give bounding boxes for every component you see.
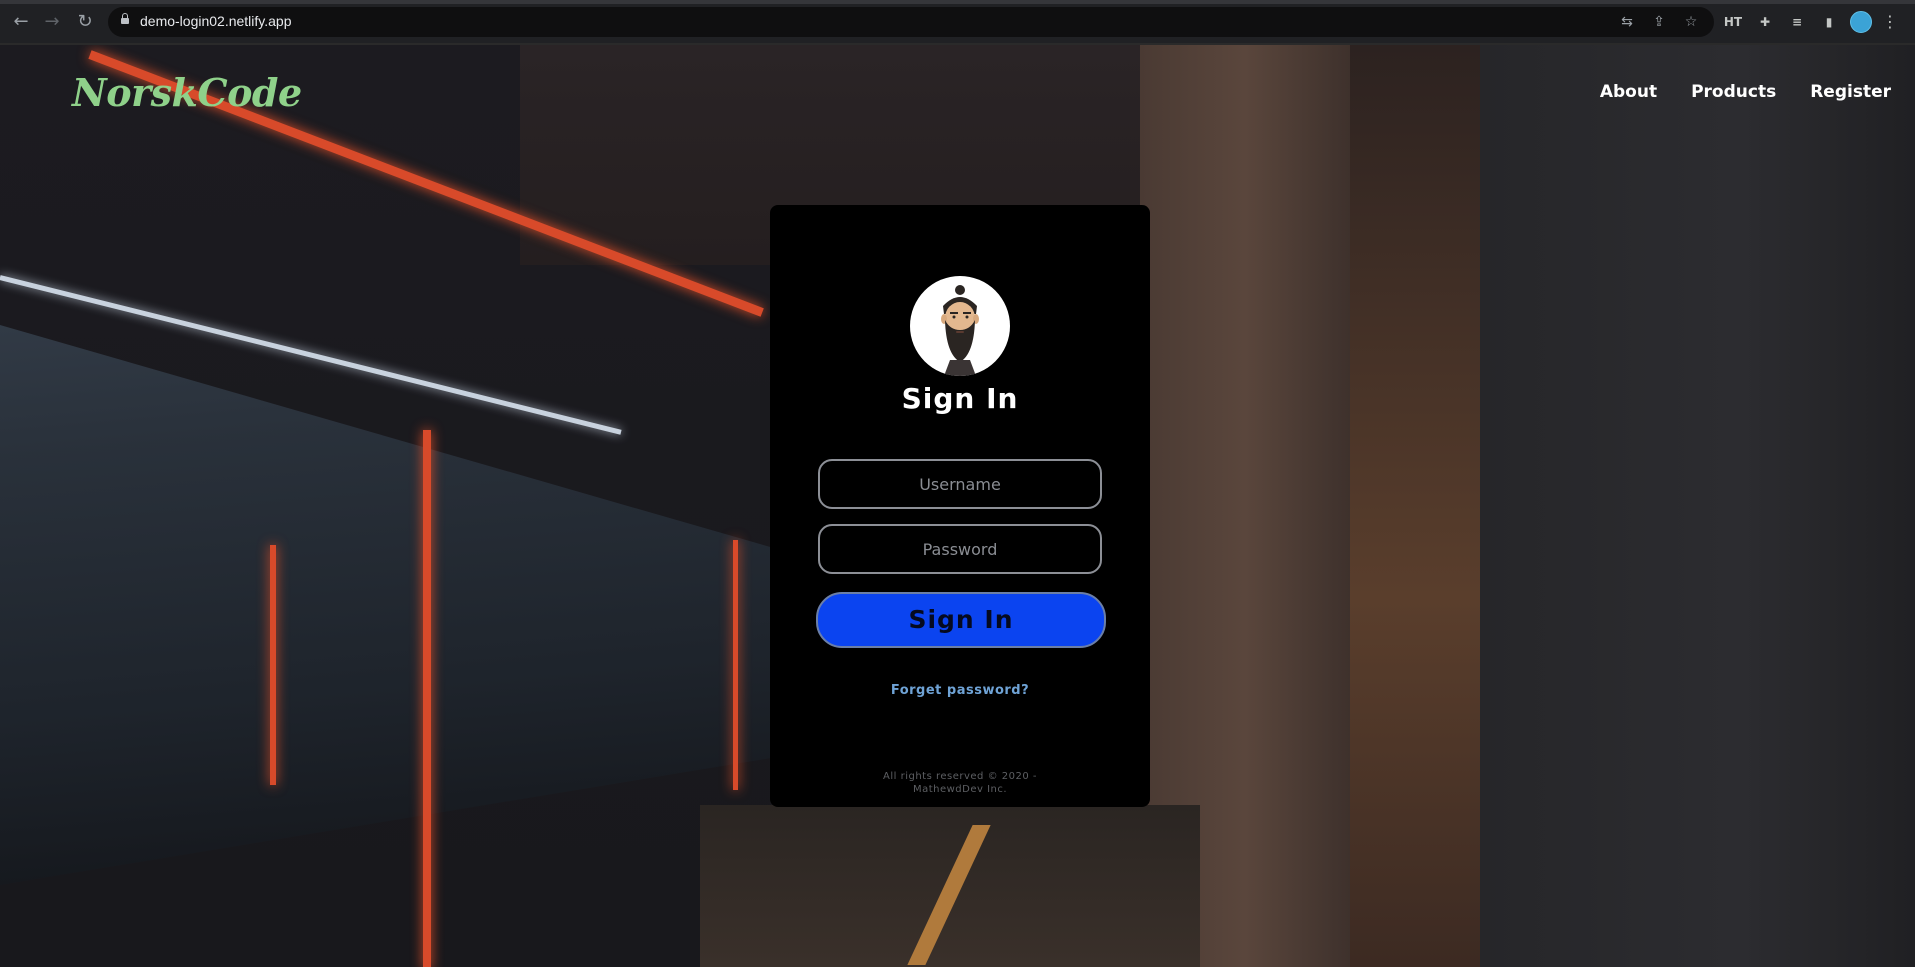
browser-menu-icon[interactable]: ⋮ [1882, 11, 1898, 33]
profile-avatar[interactable] [1850, 11, 1872, 33]
extensions-puzzle-icon[interactable]: ✚ [1754, 11, 1776, 33]
footer-line: All rights reserved © 2020 - [883, 771, 1037, 782]
sign-in-button[interactable]: Sign In [816, 592, 1106, 648]
username-input[interactable] [818, 459, 1102, 509]
back-icon[interactable]: ← [10, 11, 32, 33]
page-title: Sign In [901, 382, 1019, 415]
forgot-password-link[interactable]: Forget password? [770, 683, 1150, 698]
light-streak [423, 430, 431, 967]
copyright-footer: All rights reserved © 2020 - MathewdDev … [770, 770, 1150, 796]
reload-icon[interactable]: ↻ [74, 11, 96, 33]
nav-register[interactable]: Register [1810, 82, 1891, 102]
translate-icon[interactable]: ⇆ [1618, 13, 1636, 31]
address-bar[interactable]: demo-login02.netlify.app ⇆ ⇪ ☆ [108, 7, 1714, 37]
tab-strip-edge [0, 0, 1915, 4]
extension-ht-icon[interactable]: HT [1722, 11, 1744, 33]
site-logo[interactable]: NorskCode [72, 70, 302, 115]
reading-list-icon[interactable]: ≡ [1786, 11, 1808, 33]
corridor [1350, 45, 1480, 967]
lock-icon[interactable] [121, 13, 129, 24]
forward-icon[interactable]: → [41, 11, 63, 33]
site-nav: About Products Register [1600, 82, 1891, 102]
password-input[interactable] [818, 524, 1102, 574]
footer-line: MathewdDev Inc. [912, 784, 1008, 795]
nav-about[interactable]: About [1600, 82, 1657, 102]
browser-toolbar: ← → ↻ demo-login02.netlify.app ⇆ ⇪ ☆ HT … [0, 0, 1915, 45]
right-wall [1480, 45, 1915, 967]
side-panel-icon[interactable]: ▮ [1818, 11, 1840, 33]
light-streak [270, 545, 276, 785]
address-url[interactable]: demo-login02.netlify.app [140, 13, 292, 29]
nav-products[interactable]: Products [1691, 82, 1776, 102]
bearded-man-icon [941, 285, 979, 376]
light-streak [733, 540, 738, 790]
login-card: Sign In Sign In Forget password? All rig… [770, 205, 1150, 807]
share-icon[interactable]: ⇪ [1650, 13, 1668, 31]
avatar [910, 276, 1010, 376]
bookmark-star-icon[interactable]: ☆ [1682, 13, 1700, 31]
